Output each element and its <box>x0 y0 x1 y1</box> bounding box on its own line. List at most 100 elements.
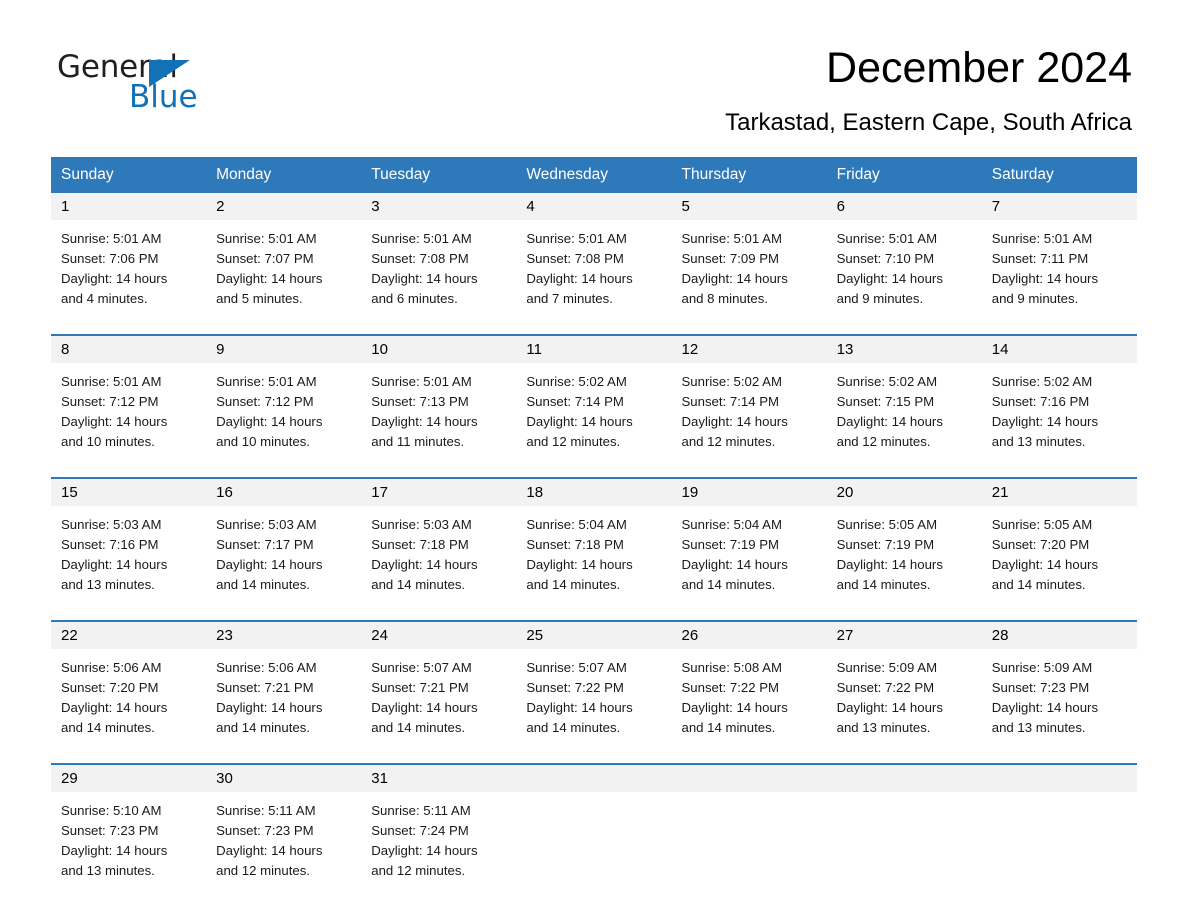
day-detail-line: Sunrise: 5:10 AM <box>61 803 162 818</box>
day-detail-line: and 12 minutes. <box>526 434 621 449</box>
day-details: Sunrise: 5:10 AM Sunset: 7:23 PM Daylight:… <box>51 792 206 893</box>
calendar-day-cell[interactable]: 8 Sunrise: 5:01 AM Sunset: 7:12 PM Daylight… <box>51 336 207 464</box>
day-detail-line: Sunrise: 5:11 AM <box>371 803 471 818</box>
calendar-day-cell[interactable]: 26 Sunrise: 5:08 AM Sunset: 7:22 PM Dayligh… <box>671 622 827 750</box>
calendar-day-cell[interactable]: 21 Sunrise: 5:05 AM Sunset: 7:20 PM Dayligh… <box>981 479 1137 607</box>
generalblue-logo[interactable]: General Blue <box>57 50 277 120</box>
calendar-day-cell[interactable]: 30 Sunrise: 5:11 AM Sunset: 7:23 PM Dayligh… <box>206 765 362 893</box>
day-detail-line: Sunrise: 5:01 AM <box>681 231 782 246</box>
day-details: Sunrise: 5:03 AM Sunset: 7:17 PM Daylight:… <box>206 506 361 607</box>
day-detail-line: Daylight: 14 hours <box>991 271 1099 286</box>
calendar-day-cell[interactable]: 13 Sunrise: 5:02 AM Sunset: 7:15 PM Dayligh… <box>826 336 982 464</box>
day-detail-line: and 11 minutes. <box>371 434 465 449</box>
day-details: Sunrise: 5:09 AM Sunset: 7:22 PM Daylight:… <box>827 649 982 750</box>
day-detail-line: Sunrise: 5:03 AM <box>216 517 317 532</box>
day-detail-line: and 10 minutes. <box>61 434 155 449</box>
calendar-day-cell[interactable]: 31 Sunrise: 5:11 AM Sunset: 7:24 PM Dayligh… <box>361 765 517 893</box>
day-number: 16 <box>216 484 233 501</box>
day-details: Sunrise: 5:01 AM Sunset: 7:11 PM Daylight:… <box>982 220 1137 321</box>
calendar-day-cell[interactable]: 2 Sunrise: 5:01 AM Sunset: 7:07 PM Daylight… <box>206 193 362 321</box>
calendar-day-cell[interactable]: 14 Sunrise: 5:02 AM Sunset: 7:16 PM Dayligh… <box>981 336 1137 464</box>
day-details: Sunrise: 5:05 AM Sunset: 7:20 PM Daylight:… <box>982 506 1137 607</box>
day-details: Sunrise: 5:01 AM Sunset: 7:13 PM Daylight:… <box>361 363 516 464</box>
day-detail-line: and 13 minutes. <box>61 577 155 592</box>
day-detail-line: Sunset: 7:20 PM <box>61 680 159 695</box>
day-detail-line: Sunrise: 5:01 AM <box>371 231 472 246</box>
day-detail-line: and 14 minutes. <box>526 577 621 592</box>
calendar-day-cell[interactable]: 22 Sunrise: 5:06 AM Sunset: 7:20 PM Dayligh… <box>51 622 207 750</box>
day-number: 26 <box>681 627 699 644</box>
calendar-day-cell[interactable]: 1 Sunrise: 5:01 AM Sunset: 7:06 PM Daylight… <box>51 193 207 321</box>
day-detail-line: and 10 minutes. <box>216 434 310 449</box>
calendar-day-cell[interactable]: 11 Sunrise: 5:02 AM Sunset: 7:14 PM Dayligh… <box>516 336 672 464</box>
day-detail-line: Daylight: 14 hours <box>681 414 788 429</box>
calendar-day-cell[interactable]: 16 Sunrise: 5:03 AM Sunset: 7:17 PM Dayligh… <box>206 479 362 607</box>
day-detail-line: Daylight: 14 hours <box>371 271 478 286</box>
calendar-day-cell[interactable]: 9 Sunrise: 5:01 AM Sunset: 7:12 PM Daylight… <box>206 336 362 464</box>
day-detail-line: Sunrise: 5:05 AM <box>836 517 938 532</box>
page-title: December 2024 <box>826 44 1132 92</box>
calendar-day-cell[interactable]: 12 Sunrise: 5:02 AM Sunset: 7:14 PM Dayligh… <box>671 336 827 464</box>
calendar-day-cell[interactable]: 25 Sunrise: 5:07 AM Sunset: 7:22 PM Dayligh… <box>516 622 672 750</box>
day-number: 3 <box>371 198 380 215</box>
day-number: 8 <box>61 341 70 358</box>
calendar-day-cell[interactable]: 5 Sunrise: 5:01 AM Sunset: 7:09 PM Daylight… <box>671 193 827 321</box>
day-number-band: 17 <box>361 479 517 506</box>
day-detail-line: Daylight: 14 hours <box>681 271 788 286</box>
day-detail-line: Sunset: 7:21 PM <box>216 680 314 695</box>
day-detail-line: Sunrise: 5:11 AM <box>216 803 316 818</box>
day-detail-line: Sunset: 7:09 PM <box>681 251 780 266</box>
calendar-day-cell[interactable]: 7 Sunrise: 5:01 AM Sunset: 7:11 PM Daylight… <box>981 193 1137 321</box>
day-details: Sunrise: 5:04 AM Sunset: 7:19 PM Daylight:… <box>672 506 827 607</box>
day-number-band: 6 <box>826 193 982 220</box>
calendar-day-cell[interactable]: 23 Sunrise: 5:06 AM Sunset: 7:21 PM Dayligh… <box>206 622 362 750</box>
day-detail-line: Sunrise: 5:07 AM <box>371 660 472 675</box>
day-details: Sunrise: 5:01 AM Sunset: 7:07 PM Daylight:… <box>206 220 361 321</box>
calendar-day-cell-empty <box>981 765 1137 893</box>
day-number: 15 <box>61 484 78 501</box>
day-detail-line: and 13 minutes. <box>991 434 1086 449</box>
day-detail-line: Sunset: 7:24 PM <box>371 823 469 838</box>
calendar-day-cell[interactable]: 18 Sunrise: 5:04 AM Sunset: 7:18 PM Dayligh… <box>516 479 672 607</box>
day-number-band <box>981 765 1137 792</box>
calendar-day-cell[interactable]: 10 Sunrise: 5:01 AM Sunset: 7:13 PM Dayligh… <box>361 336 517 464</box>
day-detail-line: and 7 minutes. <box>526 291 613 306</box>
day-details: Sunrise: 5:11 AM Sunset: 7:23 PM Daylight:… <box>206 792 361 893</box>
calendar-day-cell[interactable]: 24 Sunrise: 5:07 AM Sunset: 7:21 PM Dayligh… <box>361 622 517 750</box>
day-number: 7 <box>991 198 1001 215</box>
calendar-day-cell[interactable]: 27 Sunrise: 5:09 AM Sunset: 7:22 PM Dayligh… <box>826 622 982 750</box>
day-number-band: 23 <box>206 622 362 649</box>
day-detail-line: and 14 minutes. <box>216 577 310 592</box>
day-detail-line: Daylight: 14 hours <box>991 700 1099 715</box>
calendar-day-cell[interactable]: 15 Sunrise: 5:03 AM Sunset: 7:16 PM Dayligh… <box>51 479 207 607</box>
day-detail-line: Sunset: 7:22 PM <box>681 680 780 695</box>
calendar-day-cell[interactable]: 3 Sunrise: 5:01 AM Sunset: 7:08 PM Daylight… <box>361 193 517 321</box>
day-number-band: 22 <box>51 622 207 649</box>
day-detail-line: Sunset: 7:08 PM <box>526 251 624 266</box>
calendar-day-cell[interactable]: 4 Sunrise: 5:01 AM Sunset: 7:08 PM Daylight… <box>516 193 672 321</box>
day-detail-line: Sunset: 7:07 PM <box>216 251 314 266</box>
day-detail-line: Sunrise: 5:01 AM <box>61 231 162 246</box>
calendar-day-cell[interactable]: 19 Sunrise: 5:04 AM Sunset: 7:19 PM Dayligh… <box>671 479 827 607</box>
day-detail-line: Sunset: 7:23 PM <box>61 823 159 838</box>
day-detail-line: Daylight: 14 hours <box>681 557 788 572</box>
day-number: 22 <box>61 627 78 644</box>
day-number-band: 29 <box>51 765 207 792</box>
logo-text-blue: Blue <box>129 79 198 115</box>
day-detail-line: and 6 minutes. <box>371 291 458 306</box>
calendar-day-cell[interactable]: 28 Sunrise: 5:09 AM Sunset: 7:23 PM Dayligh… <box>981 622 1137 750</box>
day-number: 28 <box>991 627 1009 644</box>
day-detail-line: and 14 minutes. <box>371 720 466 735</box>
day-details: Sunrise: 5:01 AM Sunset: 7:08 PM Daylight:… <box>516 220 671 321</box>
day-detail-line: Daylight: 14 hours <box>991 414 1099 429</box>
day-detail-line: Sunset: 7:20 PM <box>991 537 1090 552</box>
calendar-day-cell[interactable]: 20 Sunrise: 5:05 AM Sunset: 7:19 PM Dayligh… <box>826 479 982 607</box>
calendar-day-cell[interactable]: 29 Sunrise: 5:10 AM Sunset: 7:23 PM Dayligh… <box>51 765 207 893</box>
day-detail-line: Sunrise: 5:06 AM <box>216 660 317 675</box>
location-subtitle: Tarkastad, Eastern Cape, South Africa <box>725 109 1132 136</box>
day-detail-line: Daylight: 14 hours <box>991 557 1099 572</box>
weekday-header-sunday: Sunday <box>61 166 114 183</box>
calendar-day-cell[interactable]: 6 Sunrise: 5:01 AM Sunset: 7:10 PM Daylight… <box>826 193 982 321</box>
day-details <box>982 792 1137 888</box>
calendar-day-cell[interactable]: 17 Sunrise: 5:03 AM Sunset: 7:18 PM Dayligh… <box>361 479 517 607</box>
